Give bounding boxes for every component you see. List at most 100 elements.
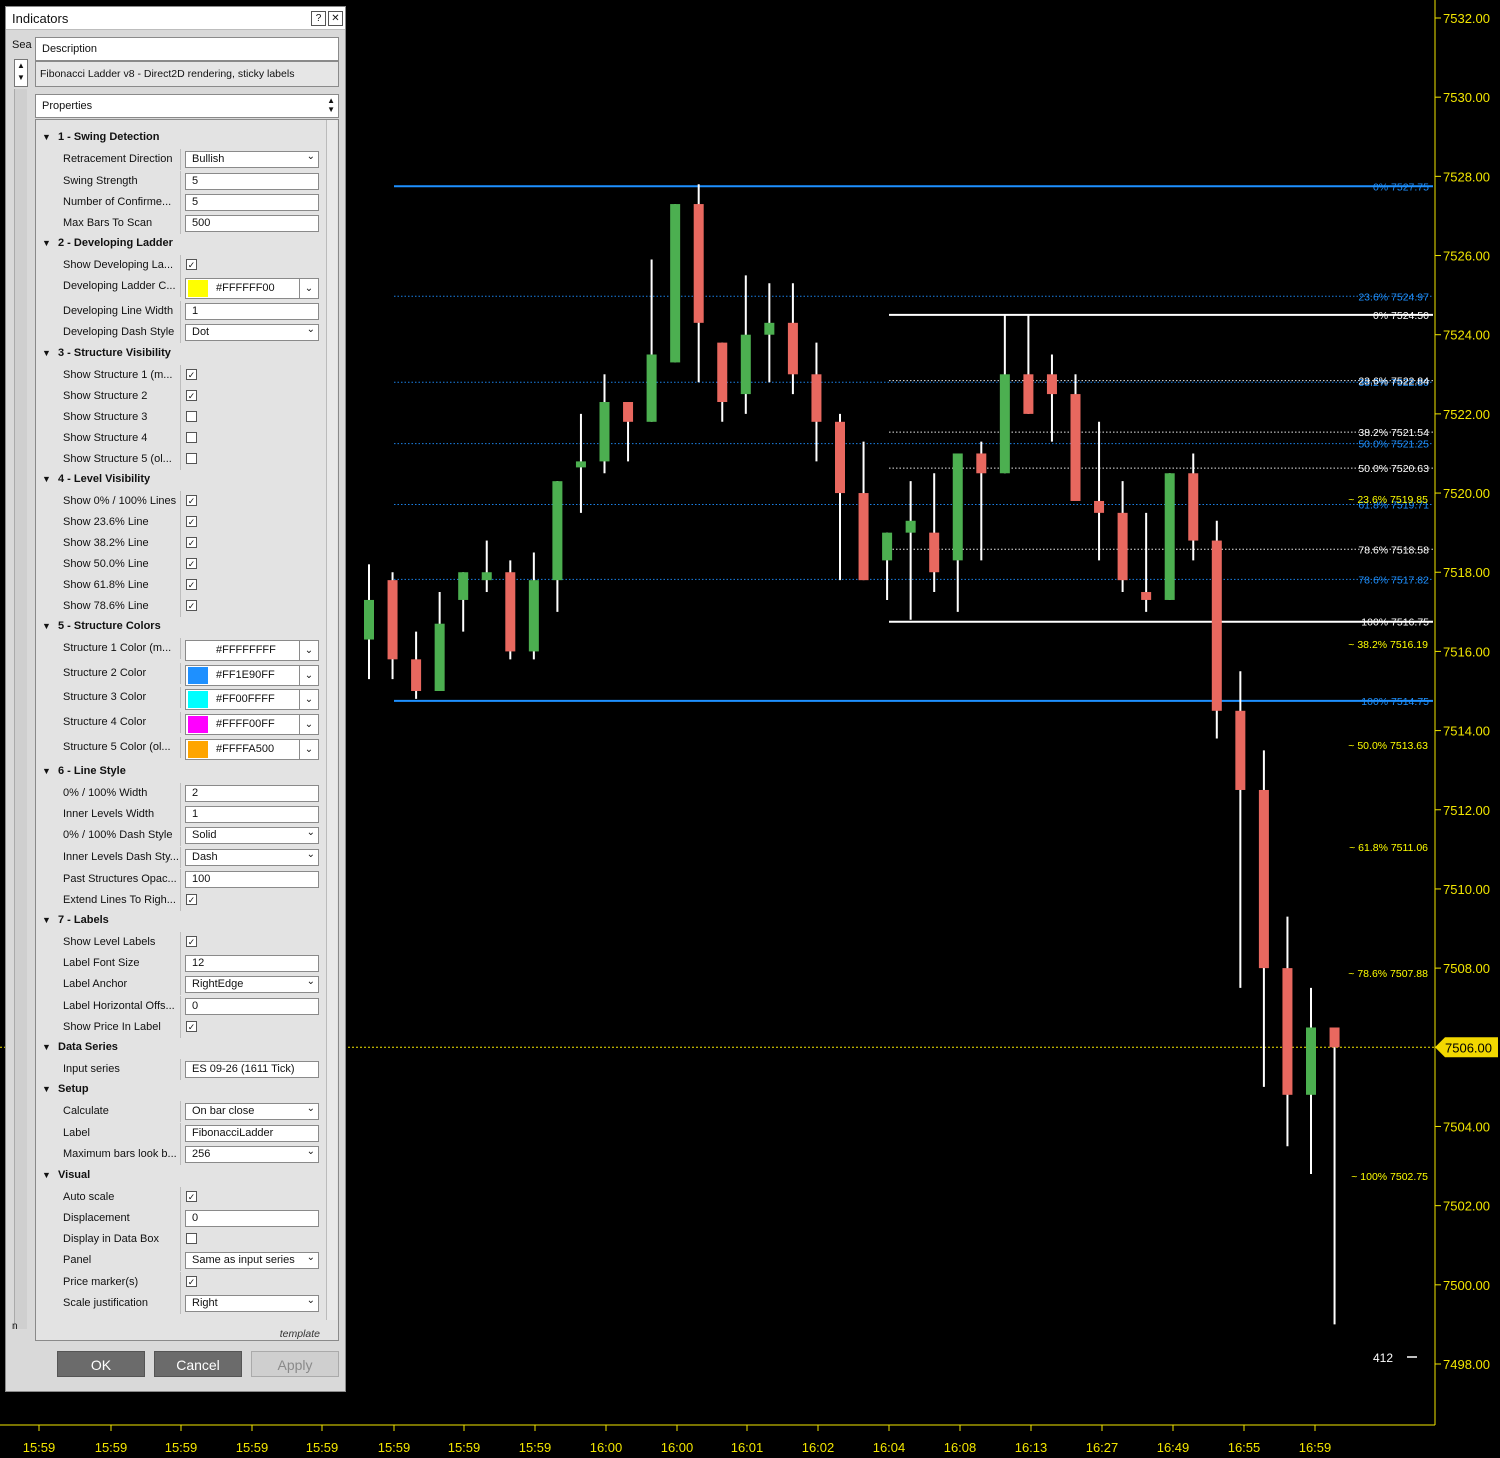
property-text-field[interactable]: FibonacciLadder <box>185 1124 319 1142</box>
property-checkbox[interactable]: ✓ <box>186 1020 197 1032</box>
dialog-titlebar[interactable]: Indicators ? ✕ <box>6 7 345 30</box>
property-dropdown[interactable]: Right ⌄ <box>185 1294 319 1312</box>
property-text-field[interactable]: 5 <box>185 194 319 211</box>
indicator-list-scrollbar[interactable] <box>14 89 27 1329</box>
property-dropdown[interactable]: 256 ⌄ <box>185 1145 319 1163</box>
property-text-field[interactable]: 0 <box>185 1209 319 1227</box>
candle-body <box>787 322 798 375</box>
chevron-down-icon[interactable]: ▼ <box>42 766 51 776</box>
property-checkbox[interactable]: ✓ <box>186 1190 197 1202</box>
property-text-field[interactable]: 0 <box>185 997 319 1015</box>
property-checkbox[interactable]: ✓ <box>186 368 197 380</box>
property-checkbox[interactable]: ✓ <box>186 557 197 569</box>
color-picker[interactable]: #FFFFA500 ⌄ <box>185 739 319 760</box>
category-label: 5 - Structure Colors <box>58 619 161 632</box>
category-row[interactable]: ▼ 7 - Labels <box>36 911 326 932</box>
color-picker[interactable]: #FF00FFFF ⌄ <box>185 689 319 711</box>
color-picker[interactable]: #FFFFFFFF ⌄ <box>185 639 319 661</box>
property-checkbox[interactable]: ✓ <box>186 578 197 590</box>
property-row: Retracement Direction Bullish ⌄ <box>36 149 326 170</box>
property-row: Label Horizontal Offs... 0 <box>36 995 326 1017</box>
property-text-field[interactable]: 12 <box>185 954 319 972</box>
property-text-field[interactable]: 100 <box>185 870 319 888</box>
chevron-down-icon[interactable]: ▼ <box>42 1084 51 1094</box>
chevron-down-icon: ⌄ <box>306 975 315 987</box>
category-row[interactable]: ▼ Data Series <box>36 1038 326 1059</box>
chevron-down-icon[interactable]: ▼ <box>42 238 51 248</box>
property-label: Display in Data Box <box>63 1232 159 1245</box>
column-divider <box>180 1100 181 1122</box>
color-picker[interactable]: #FFFF00FF ⌄ <box>185 714 319 736</box>
column-divider <box>180 637 181 659</box>
property-checkbox[interactable]: ✓ <box>186 1275 197 1287</box>
property-dropdown[interactable]: Bullish ⌄ <box>185 151 319 168</box>
property-text-field[interactable]: 500 <box>185 215 319 232</box>
chevron-down-icon[interactable]: ⌄ <box>299 715 318 735</box>
properties-scrollbar[interactable] <box>326 120 337 1320</box>
property-checkbox[interactable]: ✓ <box>186 389 197 401</box>
property-text-field[interactable]: 1 <box>185 805 319 823</box>
close-icon[interactable]: ✕ <box>328 11 343 26</box>
property-checkbox[interactable]: ✓ <box>186 599 197 611</box>
column-divider <box>180 321 181 343</box>
property-row: Show Structure 2 ✓ <box>36 385 326 407</box>
property-dropdown[interactable]: Same as input series ⌄ <box>185 1251 319 1269</box>
property-checkbox[interactable]: ✓ <box>186 515 197 527</box>
category-row[interactable]: ▼ 3 - Structure Visibility <box>36 344 326 365</box>
property-row: Inner Levels Width 1 <box>36 803 326 825</box>
category-row[interactable]: ▼ 1 - Swing Detection <box>36 128 326 149</box>
chevron-down-icon[interactable]: ⌄ <box>299 740 318 759</box>
color-picker[interactable]: #FFFFFF00 ⌄ <box>185 278 319 299</box>
candle-body <box>740 334 751 395</box>
property-checkbox[interactable]: ✓ <box>186 494 197 506</box>
category-row[interactable]: ▼ Setup <box>36 1080 326 1101</box>
property-checkbox[interactable] <box>186 431 197 443</box>
chevron-down-icon[interactable]: ▼ <box>42 474 51 484</box>
property-row: Show Structure 5 (ol... <box>36 448 326 470</box>
category-row[interactable]: ▼ 6 - Line Style <box>36 762 326 783</box>
candle-body <box>599 402 610 462</box>
property-checkbox[interactable]: ✓ <box>186 893 197 905</box>
chevron-down-icon[interactable]: ▼ <box>42 1042 51 1052</box>
chevron-down-icon[interactable]: ▼ <box>42 915 51 925</box>
property-text-field[interactable]: 5 <box>185 173 319 190</box>
property-text-field[interactable]: 2 <box>185 784 319 802</box>
property-dropdown[interactable]: Dash ⌄ <box>185 848 319 866</box>
color-picker[interactable]: #FF1E90FF ⌄ <box>185 664 319 686</box>
property-checkbox[interactable]: ✓ <box>186 259 197 270</box>
chevron-down-icon[interactable]: ▼ <box>42 348 51 358</box>
property-checkbox[interactable] <box>186 1232 197 1244</box>
property-row: Show Developing La... ✓ <box>36 255 326 276</box>
template-link[interactable]: template <box>280 1328 320 1340</box>
chevron-down-icon[interactable]: ▼ <box>42 132 51 142</box>
cancel-button[interactable]: Cancel <box>154 1351 242 1377</box>
property-checkbox[interactable] <box>186 452 197 464</box>
property-text-field[interactable]: 1 <box>185 302 319 320</box>
property-dropdown[interactable]: RightEdge ⌄ <box>185 975 319 993</box>
property-text-field[interactable]: ES 09-26 (1611 Tick) <box>185 1060 319 1078</box>
column-divider <box>180 712 181 734</box>
chevron-down-icon[interactable]: ▼ <box>42 621 51 631</box>
category-row[interactable]: ▼ 2 - Developing Ladder <box>36 234 326 255</box>
category-row[interactable]: ▼ 4 - Level Visibility <box>36 470 326 491</box>
property-checkbox[interactable]: ✓ <box>186 536 197 548</box>
property-row: Displacement 0 <box>36 1207 326 1229</box>
chevron-down-icon[interactable]: ⌄ <box>299 279 318 298</box>
property-checkbox[interactable] <box>186 410 197 422</box>
category-row[interactable]: ▼ Visual <box>36 1166 326 1187</box>
dropdown-value: On bar close <box>192 1104 255 1117</box>
chevron-down-icon[interactable]: ⌄ <box>299 640 318 660</box>
chevron-down-icon[interactable]: ⌄ <box>299 690 318 710</box>
ok-button[interactable]: OK <box>57 1351 145 1377</box>
property-dropdown[interactable]: Dot ⌄ <box>185 323 319 341</box>
indicator-list-scroll-arrows[interactable]: ▲ ▼ <box>14 59 28 87</box>
chevron-down-icon[interactable]: ▼ <box>42 1170 51 1180</box>
category-row[interactable]: ▼ 5 - Structure Colors <box>36 617 326 638</box>
apply-button[interactable]: Apply <box>251 1351 339 1377</box>
chevron-down-icon[interactable]: ⌄ <box>299 665 318 685</box>
properties-scroll-arrows-icon[interactable]: ▲ ▼ <box>327 96 335 114</box>
property-dropdown[interactable]: Solid ⌄ <box>185 826 319 844</box>
help-icon[interactable]: ? <box>311 11 326 26</box>
property-dropdown[interactable]: On bar close ⌄ <box>185 1102 319 1120</box>
property-checkbox[interactable]: ✓ <box>186 935 197 947</box>
